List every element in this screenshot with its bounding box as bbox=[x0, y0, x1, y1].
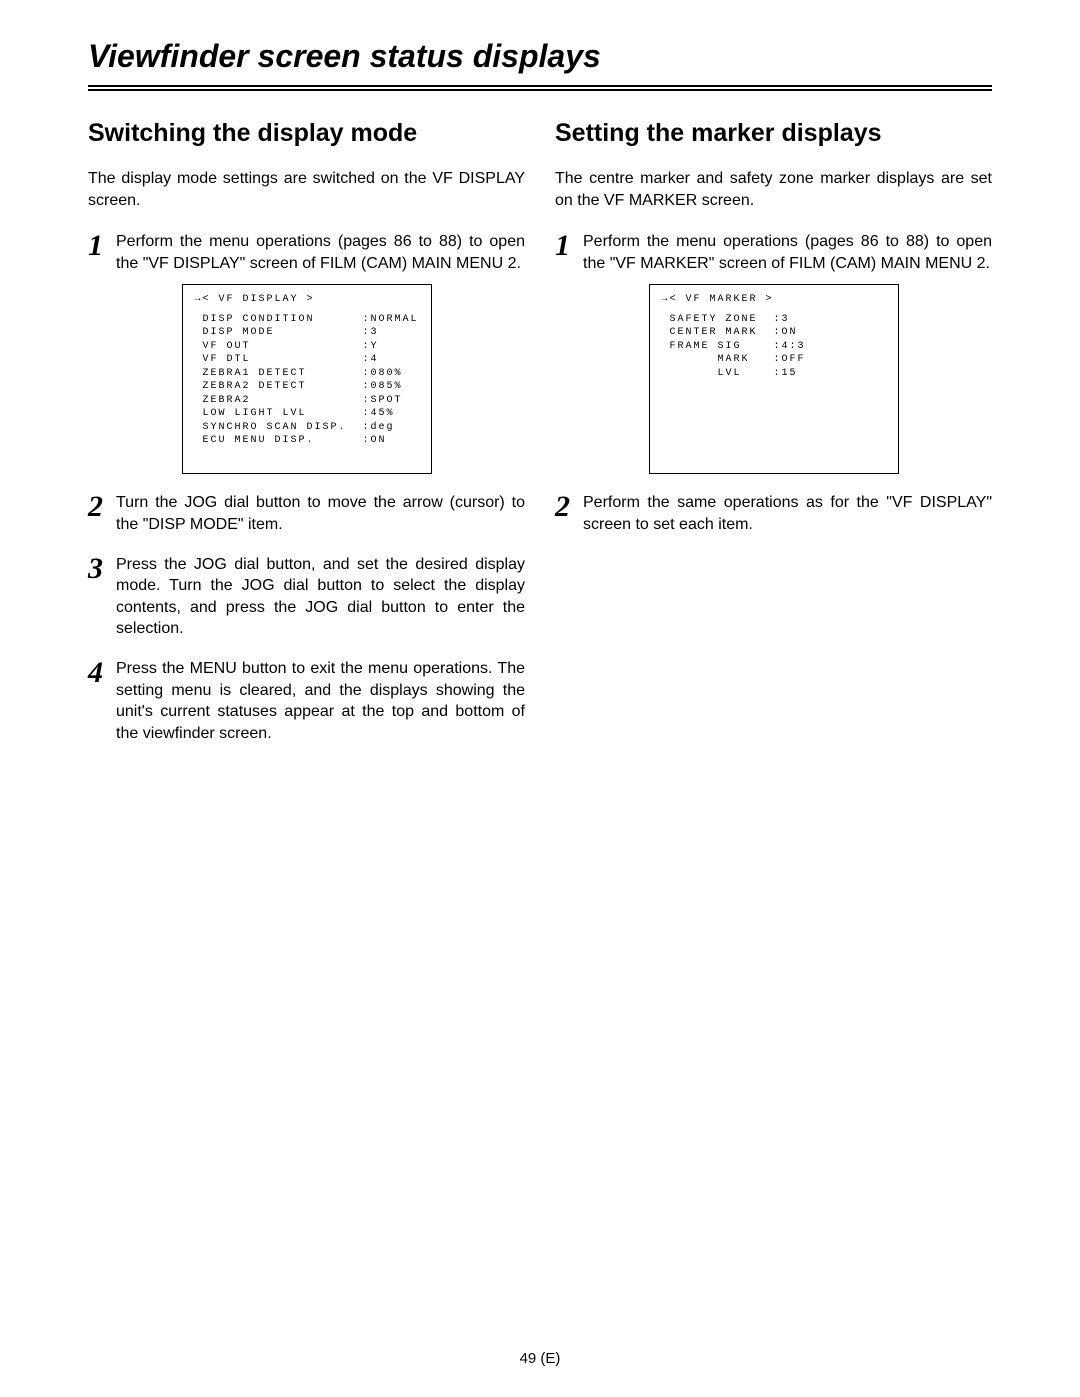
step-text: Press the MENU button to exit the menu o… bbox=[116, 658, 525, 744]
step-number: 2 bbox=[555, 492, 579, 522]
menu-title: →< VF MARKER > bbox=[662, 293, 886, 307]
left-intro: The display mode settings are switched o… bbox=[88, 168, 525, 211]
menu-body: SAFETY ZONE :3 CENTER MARK :ON FRAME SIG… bbox=[662, 313, 886, 381]
right-step-1: 1 Perform the menu operations (pages 86 … bbox=[555, 231, 992, 274]
step-number: 1 bbox=[88, 231, 112, 261]
step-number: 4 bbox=[88, 658, 112, 688]
menu-row: LVL :15 bbox=[662, 367, 886, 381]
step-text: Perform the menu operations (pages 86 to… bbox=[583, 231, 992, 274]
left-step-3: 3 Press the JOG dial button, and set the… bbox=[88, 554, 525, 640]
right-step-2: 2 Perform the same operations as for the… bbox=[555, 492, 992, 535]
menu-row: FRAME SIG :4:3 bbox=[662, 340, 886, 354]
menu-row: ECU MENU DISP. :ON bbox=[195, 434, 419, 448]
right-intro: The centre marker and safety zone marker… bbox=[555, 168, 992, 211]
left-column: Switching the display mode The display m… bbox=[88, 119, 525, 744]
menu-row: ZEBRA2 :SPOT bbox=[195, 394, 419, 408]
menu-row: ZEBRA1 DETECT :080% bbox=[195, 367, 419, 381]
right-heading: Setting the marker displays bbox=[555, 119, 992, 148]
step-text: Perform the menu operations (pages 86 to… bbox=[116, 231, 525, 274]
menu-row: SAFETY ZONE :3 bbox=[662, 313, 886, 327]
menu-row: VF OUT :Y bbox=[195, 340, 419, 354]
right-column: Setting the marker displays The centre m… bbox=[555, 119, 992, 744]
left-heading: Switching the display mode bbox=[88, 119, 525, 148]
step-number: 2 bbox=[88, 492, 112, 522]
menu-row: DISP CONDITION :NORMAL bbox=[195, 313, 419, 327]
left-step-1: 1 Perform the menu operations (pages 86 … bbox=[88, 231, 525, 274]
left-step-4: 4 Press the MENU button to exit the menu… bbox=[88, 658, 525, 744]
title-rule bbox=[88, 85, 992, 91]
menu-body: DISP CONDITION :NORMAL DISP MODE :3 VF O… bbox=[195, 313, 419, 448]
page-title: Viewfinder screen status displays bbox=[88, 38, 992, 81]
menu-row: DISP MODE :3 bbox=[195, 326, 419, 340]
menu-row: SYNCHRO SCAN DISP. :deg bbox=[195, 421, 419, 435]
menu-row: MARK :OFF bbox=[662, 353, 886, 367]
step-number: 1 bbox=[555, 231, 579, 261]
vf-marker-menu: →< VF MARKER > SAFETY ZONE :3 CENTER MAR… bbox=[649, 284, 899, 474]
step-number: 3 bbox=[88, 554, 112, 584]
menu-row: ZEBRA2 DETECT :085% bbox=[195, 380, 419, 394]
vf-display-menu: →< VF DISPLAY > DISP CONDITION :NORMAL D… bbox=[182, 284, 432, 474]
menu-row: CENTER MARK :ON bbox=[662, 326, 886, 340]
menu-row: LOW LIGHT LVL :45% bbox=[195, 407, 419, 421]
menu-title: →< VF DISPLAY > bbox=[195, 293, 419, 307]
page-footer: 49 (E) bbox=[0, 1350, 1080, 1367]
left-step-2: 2 Turn the JOG dial button to move the a… bbox=[88, 492, 525, 535]
menu-row: VF DTL :4 bbox=[195, 353, 419, 367]
step-text: Turn the JOG dial button to move the arr… bbox=[116, 492, 525, 535]
step-text: Press the JOG dial button, and set the d… bbox=[116, 554, 525, 640]
step-text: Perform the same operations as for the "… bbox=[583, 492, 992, 535]
